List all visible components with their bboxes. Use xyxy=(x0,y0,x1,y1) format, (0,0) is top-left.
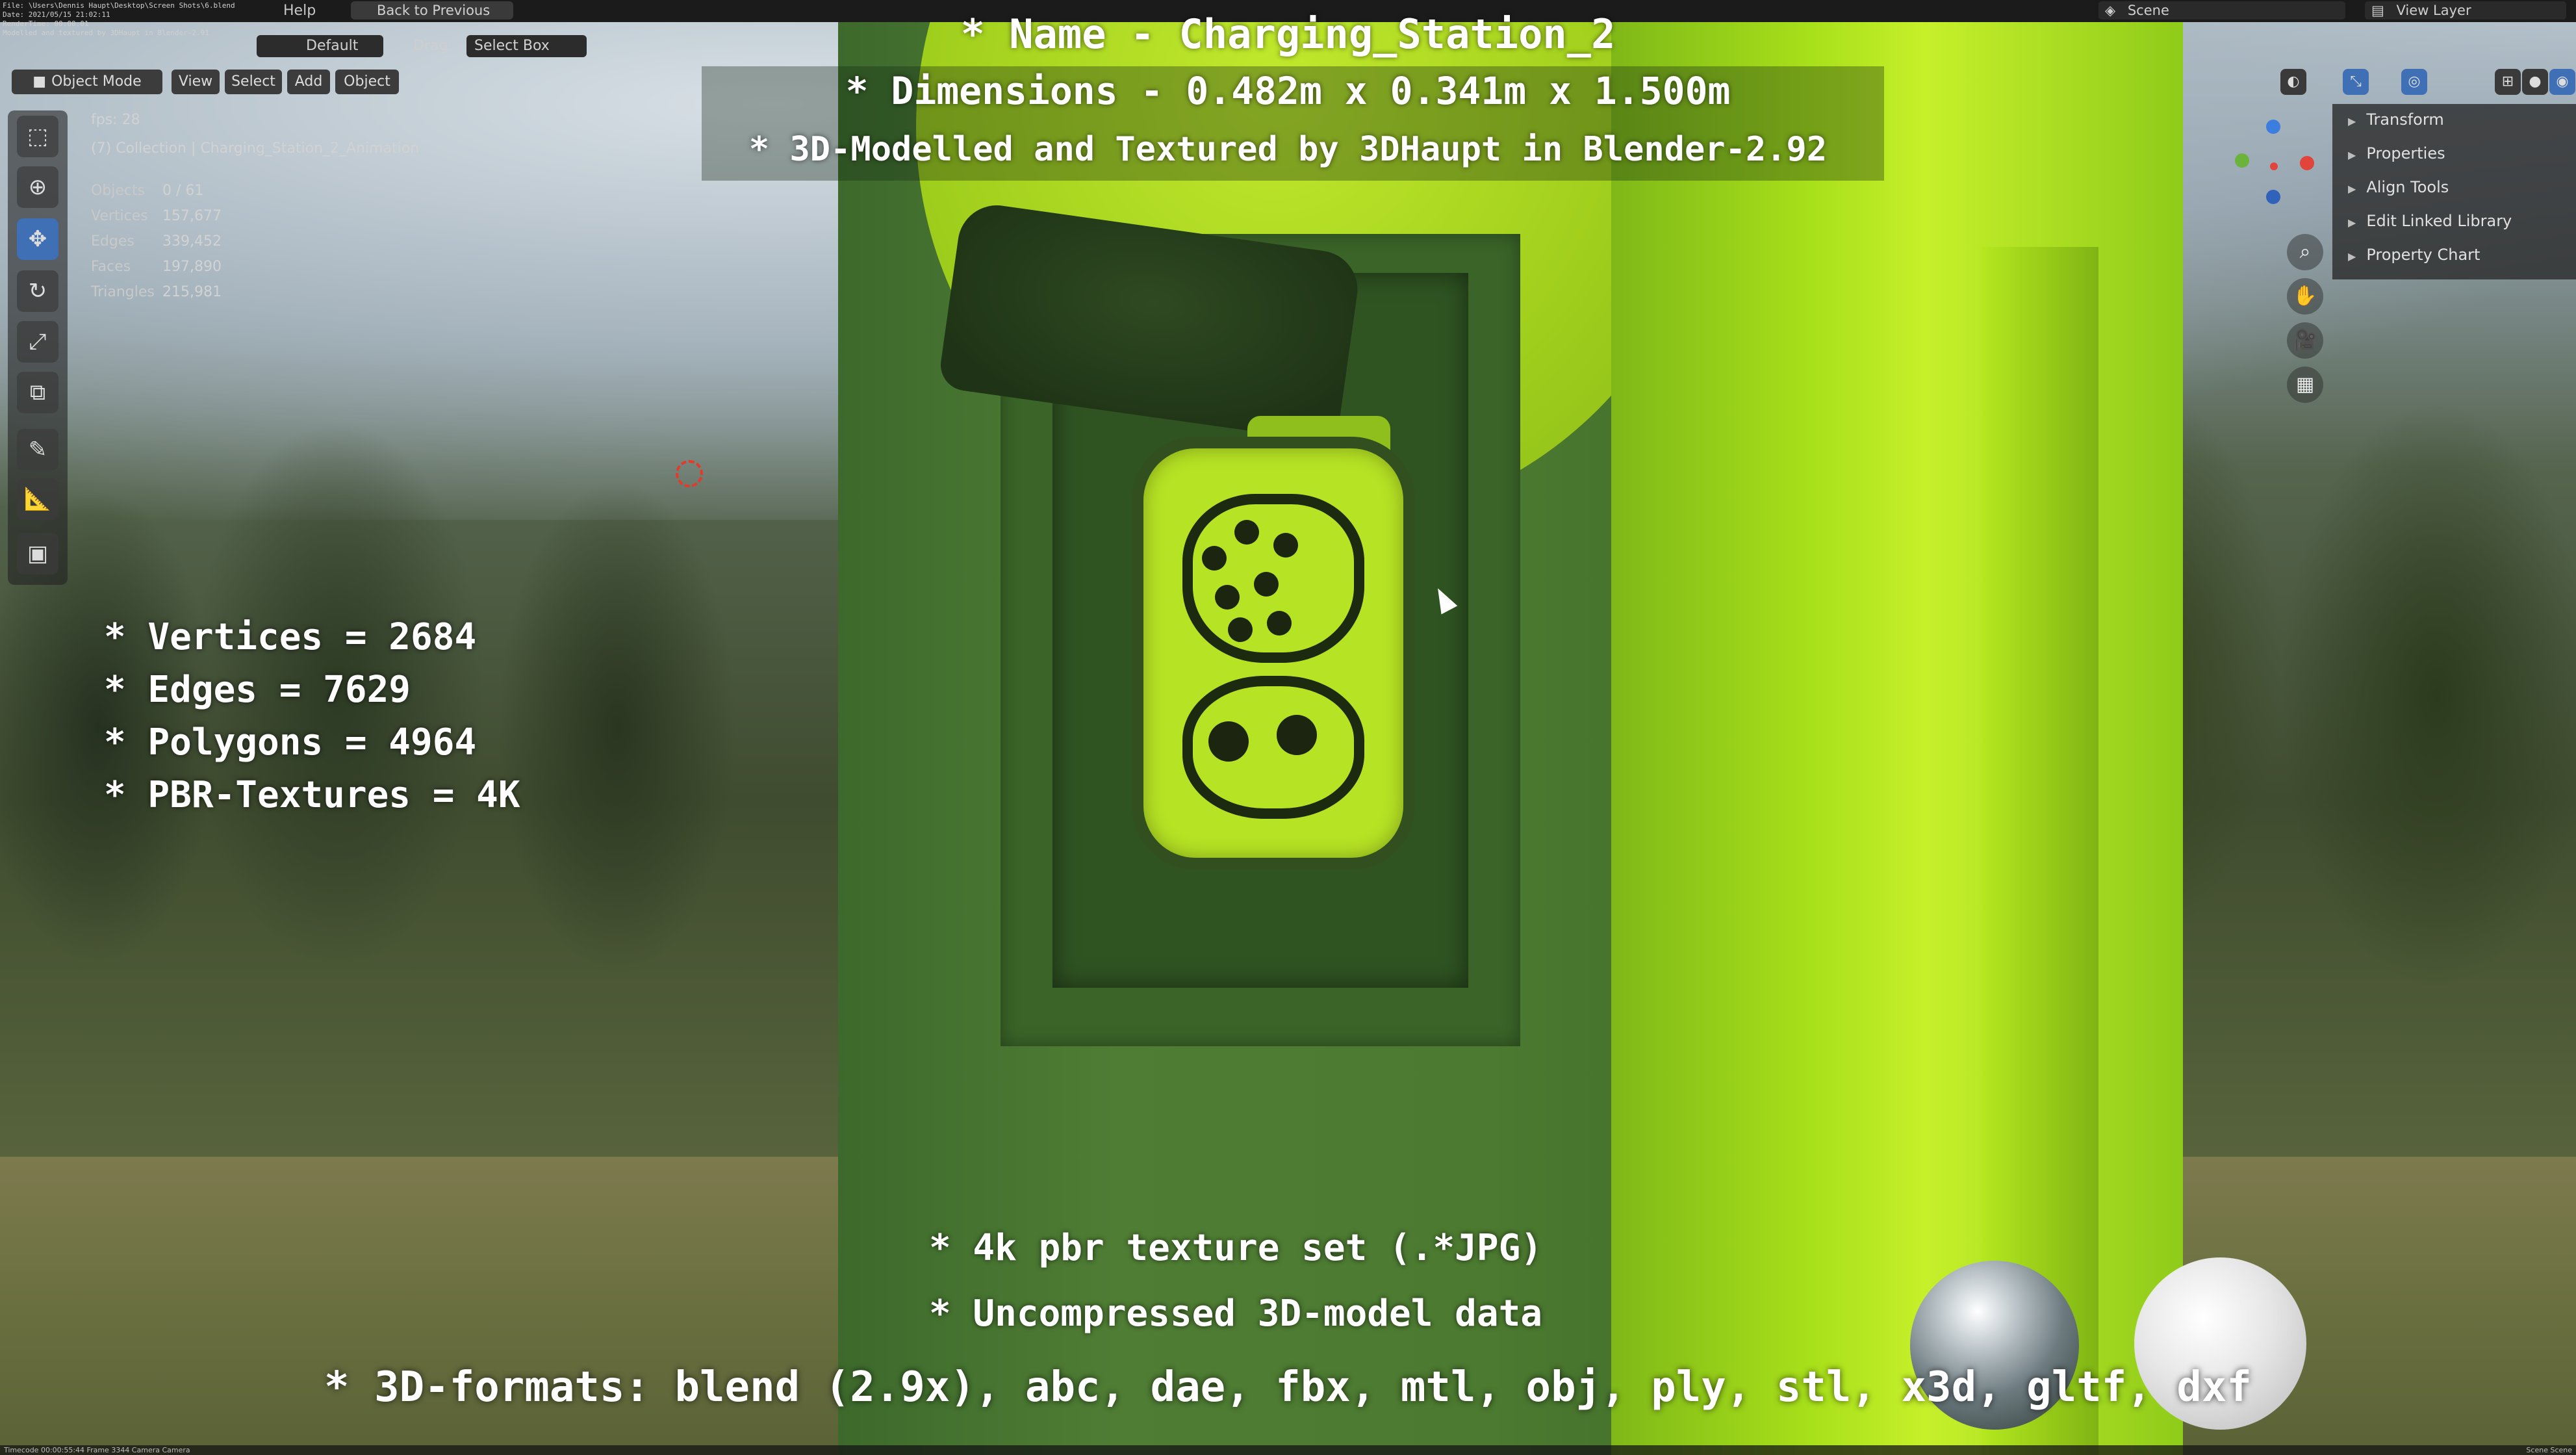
sidebar-item-label: Property Chart xyxy=(2366,246,2480,264)
expand-arrow-icon: ▶ xyxy=(2348,216,2356,229)
socket-pin xyxy=(1267,611,1292,636)
rotate-icon[interactable]: ↻ xyxy=(17,270,58,312)
socket-pin xyxy=(1202,546,1227,571)
socket-pin xyxy=(1273,533,1298,558)
add-cube-icon[interactable]: ▣ xyxy=(17,533,58,574)
status-left: Timecode 00:00:55:44 Frame 3344 Camera C… xyxy=(4,1446,190,1454)
tool-shelf: ⬚ ⊕ ✥ ↻ ⤢ ⧉ ✎ 📐 ▣ xyxy=(8,110,68,585)
overlay-dimensions: * Dimensions - 0.482m x 0.341m x 1.500m xyxy=(845,69,1731,113)
scale-icon[interactable]: ⤢ xyxy=(17,321,58,363)
socket-pin xyxy=(1228,617,1253,642)
overlay-package-info: * 4k pbr texture set (.*JPG) * Uncompres… xyxy=(929,1215,1542,1346)
stat-key: Faces xyxy=(91,259,131,275)
stat-value: 157,677 xyxy=(162,208,222,224)
stat-row: Edges 339,452 xyxy=(91,229,222,254)
overlay-modelled-by: * 3D-Modelled and Textured by 3DHaupt in… xyxy=(748,130,1828,169)
sidebar-item-property-chart[interactable]: ▶ Property Chart xyxy=(2348,246,2480,264)
sidebar-item-label: Align Tools xyxy=(2366,178,2449,196)
3d-cursor-icon[interactable] xyxy=(676,460,703,487)
stat-value: 0 / 61 xyxy=(162,183,204,199)
camera-view-icon[interactable]: 🎥 xyxy=(2287,322,2323,359)
stat-key: Objects xyxy=(91,183,146,199)
socket-dc-pin xyxy=(1277,715,1317,755)
stat-row: Triangles 215,981 xyxy=(91,279,222,305)
overlay-stat-line: * Edges = 7629 xyxy=(104,669,411,711)
socket-pin xyxy=(1215,585,1240,610)
transform-icon[interactable]: ⧉ xyxy=(17,372,58,413)
sidebar-item-transform[interactable]: ▶ Transform xyxy=(2348,110,2444,129)
overlay-formats: * 3D-formats: blend (2.9x), abc, dae, fb… xyxy=(324,1363,2252,1411)
stat-key: Vertices xyxy=(91,208,148,224)
cursor-icon[interactable]: ⊕ xyxy=(17,166,58,208)
overlay-package-line: * Uncompressed 3D-model data xyxy=(929,1293,1543,1335)
scene-statistics: Objects 0 / 61 Vertices 157,677 Edges 339,4… xyxy=(91,178,222,305)
file-info-line: File: \Users\Dennis Haupt\Desktop\Screen… xyxy=(3,1,235,10)
sidebar-item-edit-linked-library[interactable]: ▶ Edit Linked Library xyxy=(2348,212,2512,230)
socket-pin xyxy=(1234,520,1259,545)
expand-arrow-icon: ▶ xyxy=(2348,183,2356,195)
grid-view-icon[interactable]: ▦ xyxy=(2287,367,2323,403)
measure-icon[interactable]: 📐 xyxy=(17,478,58,520)
stat-row: Objects 0 / 61 xyxy=(91,178,222,203)
stat-key: Triangles xyxy=(91,284,155,300)
stat-value: 339,452 xyxy=(162,233,222,250)
fps-readout: fps: 28 xyxy=(91,112,140,128)
hand-pan-icon[interactable]: ✋ xyxy=(2287,278,2323,315)
expand-arrow-icon: ▶ xyxy=(2348,250,2356,263)
navigation-buttons: ⌕ ✋ 🎥 ▦ xyxy=(2287,234,2326,411)
overlay-stat-line: * Polygons = 4964 xyxy=(104,721,477,764)
annotate-icon[interactable]: ✎ xyxy=(17,429,58,470)
status-bar: Timecode 00:00:55:44 Frame 3344 Camera C… xyxy=(0,1445,2576,1455)
overlay-package-line: * 4k pbr texture set (.*JPG) xyxy=(929,1227,1543,1269)
sidebar-item-align-tools[interactable]: ▶ Align Tools xyxy=(2348,178,2449,196)
zoom-icon[interactable]: ⌕ xyxy=(2287,234,2323,270)
gizmo-neg-z-axis-icon[interactable] xyxy=(2266,190,2280,204)
status-right: Scene Scene xyxy=(2526,1446,2572,1454)
overlay-stat-line: * PBR-Textures = 4K xyxy=(104,774,520,816)
stat-value: 215,981 xyxy=(162,284,222,300)
overlay-stat-line: * Vertices = 2684 xyxy=(104,616,477,658)
stat-row: Vertices 157,677 xyxy=(91,203,222,229)
overlay-model-stats: * Vertices = 2684 * Edges = 7629 * Polyg… xyxy=(104,611,520,821)
stat-value: 197,890 xyxy=(162,259,222,275)
move-icon[interactable]: ✥ xyxy=(17,218,58,260)
socket-pin xyxy=(1254,572,1279,597)
sidebar-item-label: Transform xyxy=(2366,110,2444,129)
overlay-name-title: * Name - Charging_Station_2 xyxy=(960,10,1616,58)
stat-row: Faces 197,890 xyxy=(91,254,222,279)
sidebar-item-label: Edit Linked Library xyxy=(2366,212,2512,230)
socket-dc-pin xyxy=(1208,721,1249,762)
expand-arrow-icon: ▶ xyxy=(2348,115,2356,127)
stat-key: Edges xyxy=(91,233,134,250)
